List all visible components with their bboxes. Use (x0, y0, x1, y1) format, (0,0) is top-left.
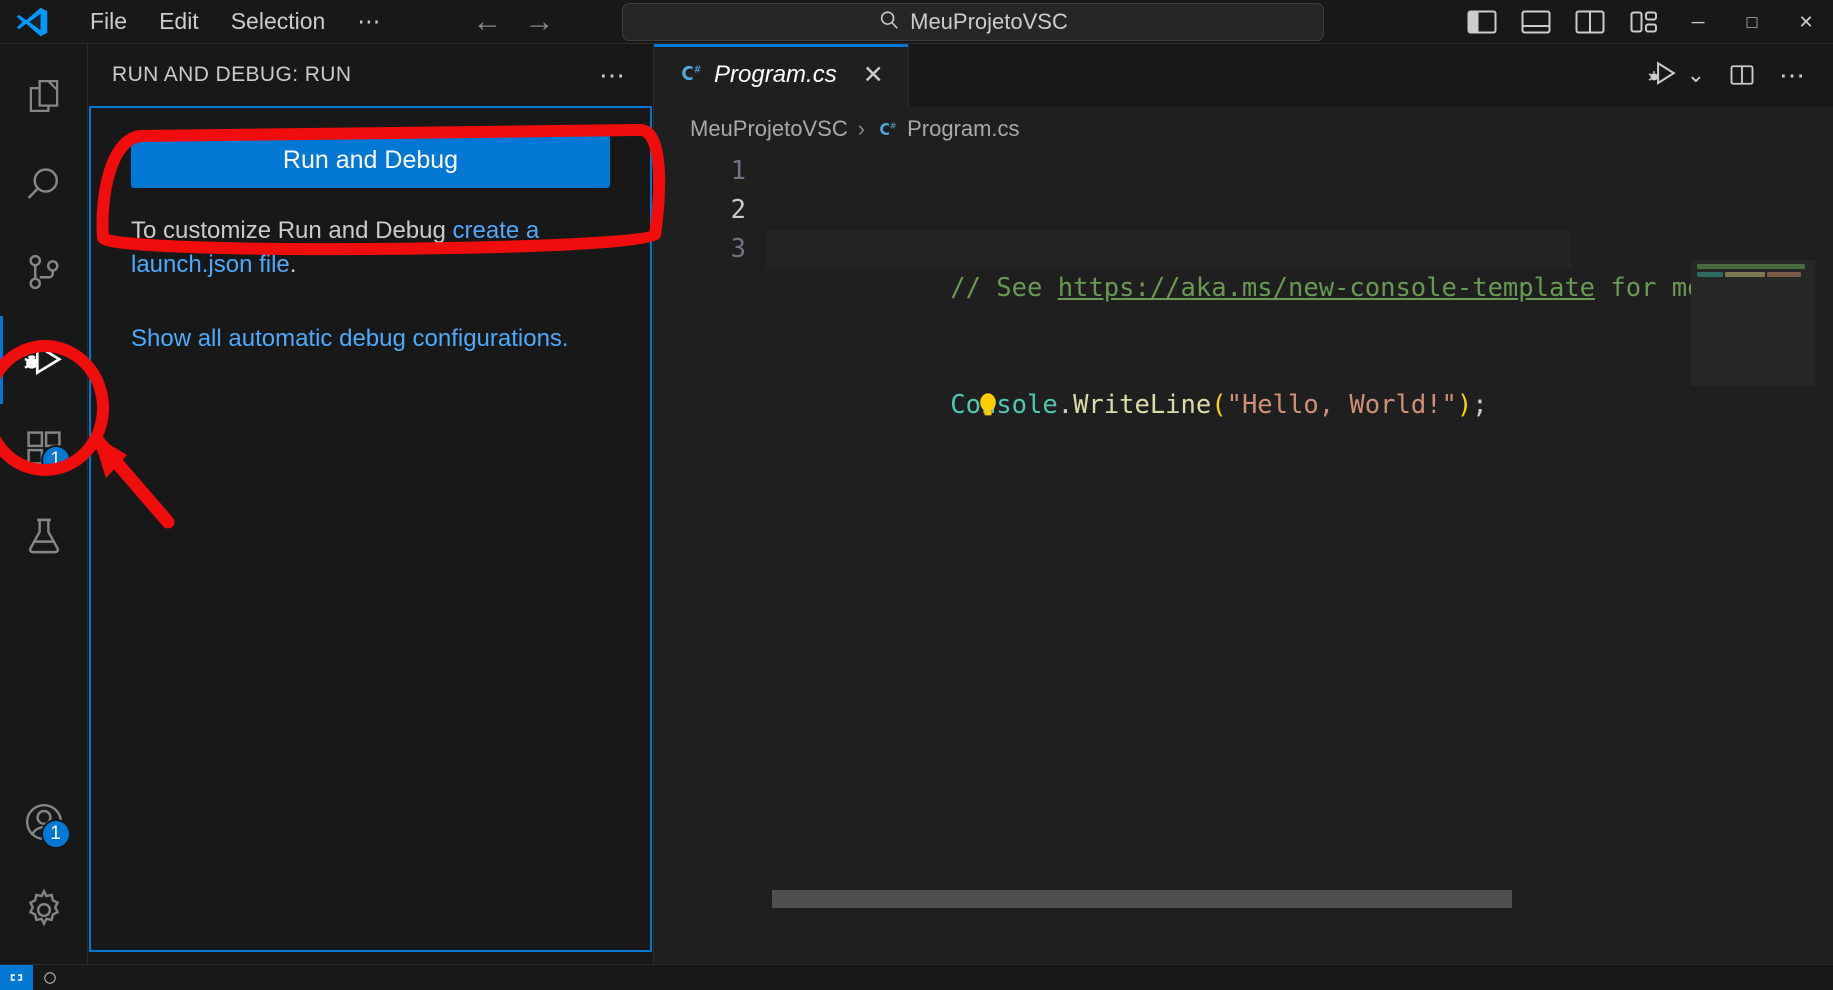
window-close-button[interactable]: ✕ (1779, 0, 1833, 44)
editor-horizontal-scrollbar[interactable] (772, 890, 1671, 908)
code-editor[interactable]: 1 2 3 // See https://aka.ms/new-console-… (654, 152, 1833, 964)
menu-bar: File Edit Selection ⋯ (76, 4, 394, 40)
activity-bar: 1 1 (0, 44, 88, 964)
command-center-title: MeuProjetoVSC (910, 9, 1068, 35)
code-close-paren: ) (1457, 390, 1472, 420)
comment-prefix: // See (950, 273, 1057, 303)
menu-overflow[interactable]: ⋯ (343, 4, 394, 40)
customize-help-text: To customize Run and Debug create a laun… (131, 214, 610, 282)
window-maximize-button[interactable]: □ (1725, 0, 1779, 44)
tab-program-cs[interactable]: # Program.cs ✕ (654, 44, 909, 106)
breadcrumb-project[interactable]: MeuProjetoVSC (690, 116, 848, 142)
go-forward-icon[interactable]: → (522, 7, 556, 37)
line-number: 1 (654, 152, 760, 191)
toggle-secondary-sidebar-icon[interactable] (1563, 0, 1617, 44)
code-lines[interactable]: // See https://aka.ms/new-console-templa… (766, 152, 1833, 581)
run-and-debug-button[interactable]: Run and Debug (131, 132, 610, 188)
editor-group: # Program.cs ✕ ⌄ (654, 44, 1833, 964)
menu-file[interactable]: File (76, 4, 141, 40)
minimap-content (1697, 264, 1809, 280)
navigation-arrows: ← → (470, 7, 556, 37)
editor-minimap[interactable] (1691, 260, 1815, 890)
sidebar-item-extensions[interactable]: 1 (0, 404, 88, 492)
sidebar-item-run-and-debug[interactable] (0, 316, 88, 404)
customize-layout-icon[interactable] (1617, 0, 1671, 44)
sidebar-item-source-control[interactable] (0, 228, 88, 316)
code-line-2: Console.WriteLine("Hello, World!"); (766, 347, 1833, 386)
sidebar-item-explorer[interactable] (0, 52, 88, 140)
close-icon[interactable]: ✕ (857, 61, 890, 90)
breadcrumb: MeuProjetoVSC › # Program.cs (654, 106, 1833, 152)
customize-help-suffix: . (290, 251, 297, 278)
code-open-paren: ( (1211, 390, 1226, 420)
breadcrumb-separator: › (858, 116, 865, 142)
extensions-badge: 1 (41, 445, 71, 475)
sidebar-title: RUN AND DEBUG: RUN (112, 63, 351, 87)
csharp-file-icon: # (676, 60, 702, 91)
activity-bar-bottom-group: 1 (0, 778, 88, 964)
go-back-icon[interactable]: ← (470, 7, 504, 37)
sidebar-item-testing[interactable] (0, 492, 88, 580)
sidebar-header: RUN AND DEBUG: RUN ⋯ (88, 44, 653, 106)
overview-ruler[interactable] (1815, 260, 1833, 890)
show-all-automatic-debug-configurations-link[interactable]: Show all automatic debug configurations. (131, 325, 569, 352)
vscode-window: File Edit Selection ⋯ ← → MeuProjetoVSC (0, 0, 1833, 990)
window-minimize-button[interactable]: ─ (1671, 0, 1725, 44)
toggle-primary-sidebar-icon[interactable] (1455, 0, 1509, 44)
status-bar (0, 964, 1833, 990)
line-number: 3 (654, 230, 760, 269)
code-string-literal: "Hello, World!" (1227, 390, 1457, 420)
show-all-configs-paragraph: Show all automatic debug configurations. (131, 322, 610, 356)
code-dot: . (1058, 390, 1073, 420)
title-bar: File Edit Selection ⋯ ← → MeuProjetoVSC (0, 0, 1833, 44)
code-line-3 (766, 464, 1833, 503)
accounts-badge: 1 (41, 819, 71, 849)
search-icon (878, 9, 900, 36)
customize-help-prefix: To customize Run and Debug (131, 217, 453, 244)
editor-tab-bar: # Program.cs ✕ ⌄ (654, 44, 1833, 106)
remote-indicator[interactable] (0, 965, 33, 990)
csharp-file-icon-breadcrumb: # (875, 118, 897, 140)
menu-selection[interactable]: Selection (217, 4, 340, 40)
editor-actions: ⌄ ⋯ (1635, 44, 1833, 106)
sidebar-more-actions-icon[interactable]: ⋯ (589, 58, 637, 93)
breadcrumb-file[interactable]: Program.cs (907, 116, 1019, 142)
vscode-logo-icon (10, 5, 54, 39)
run-and-debug-welcome-view: Run and Debug To customize Run and Debug… (89, 106, 652, 952)
code-line-1: // See https://aka.ms/new-console-templa… (766, 230, 1571, 269)
line-number: 2 (654, 191, 760, 230)
run-with-debug-icon[interactable]: ⌄ (1635, 52, 1713, 98)
chevron-down-icon[interactable]: ⌄ (1687, 64, 1705, 86)
editor-more-actions-icon[interactable]: ⋯ (1771, 52, 1815, 98)
code-semicolon: ; (1472, 390, 1487, 420)
svg-text:#: # (890, 121, 897, 131)
command-center-search[interactable]: MeuProjetoVSC (622, 3, 1324, 41)
toggle-panel-icon[interactable] (1509, 0, 1563, 44)
lightbulb-icon[interactable] (762, 352, 784, 378)
menu-edit[interactable]: Edit (145, 4, 213, 40)
accounts-button[interactable]: 1 (0, 778, 88, 866)
run-and-debug-sidebar: RUN AND DEBUG: RUN ⋯ Run and Debug To cu… (88, 44, 654, 964)
status-bar-item[interactable] (33, 971, 67, 985)
manage-settings-button[interactable] (0, 866, 88, 954)
sidebar-item-search[interactable] (0, 140, 88, 228)
line-number-gutter: 1 2 3 (654, 152, 760, 269)
window-controls: ─ □ ✕ (1455, 0, 1833, 44)
tab-label: Program.cs (714, 61, 837, 89)
code-method-name: WriteLine (1073, 390, 1211, 420)
split-editor-icon[interactable] (1719, 52, 1765, 98)
comment-url-link[interactable]: https://aka.ms/new-console-template (1058, 273, 1595, 303)
scrollbar-thumb[interactable] (772, 890, 1512, 908)
svg-text:#: # (693, 64, 701, 75)
activity-bar-top-group: 1 (0, 44, 88, 580)
